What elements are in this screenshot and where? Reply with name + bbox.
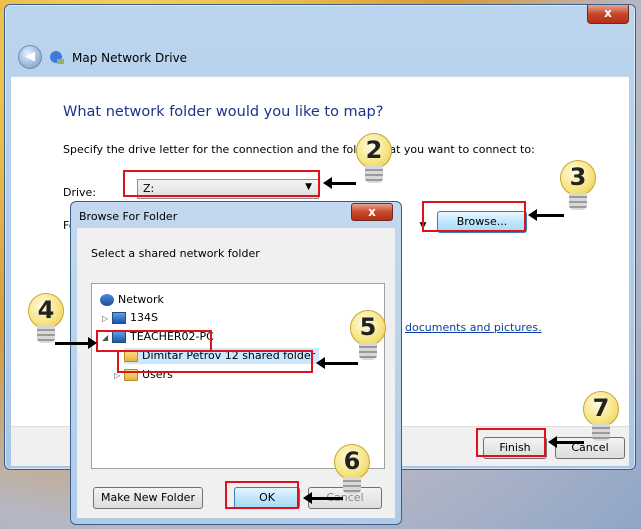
highlight-shared-folder	[117, 350, 313, 373]
callout-number: 3	[569, 163, 587, 191]
highlight-finish	[476, 428, 546, 457]
callout-number: 5	[359, 313, 377, 341]
close-button[interactable]: x	[587, 5, 629, 24]
dialog-close-button[interactable]: x	[351, 203, 393, 221]
tree-node-134s[interactable]: ▷ 134S	[102, 310, 158, 326]
arrow-5	[316, 357, 358, 369]
tree-node-label: 134S	[130, 311, 158, 324]
folder-tree[interactable]: Network ▷ 134S ◢ TEACHER02-PC Dimitar Petr…	[91, 283, 385, 469]
arrow-3	[528, 209, 564, 221]
back-arrow-icon: ◀	[25, 49, 35, 64]
dialog-instruction: Select a shared network folder	[91, 247, 260, 260]
make-new-folder-button[interactable]: Make New Folder	[93, 487, 203, 509]
callout-6-bulb-icon: 6	[334, 444, 370, 496]
computer-icon	[112, 312, 126, 324]
documents-link[interactable]: documents and pictures.	[405, 321, 542, 334]
highlight-drive	[123, 170, 320, 197]
back-button[interactable]: ◀	[18, 45, 42, 69]
callout-number: 6	[343, 447, 361, 475]
tree-node-network[interactable]: Network	[100, 292, 164, 308]
instruction-text: Specify the drive letter for the connect…	[63, 143, 535, 156]
callout-number: 7	[592, 394, 610, 422]
network-icon	[100, 294, 114, 306]
expand-icon[interactable]: ▷	[102, 311, 112, 327]
callout-2-bulb-icon: 2	[356, 133, 392, 185]
highlight-teacher-pc	[96, 330, 212, 352]
arrow-7	[548, 436, 584, 448]
network-drive-icon	[50, 51, 64, 64]
tree-node-label: Network	[118, 293, 164, 306]
callout-7-bulb-icon: 7	[583, 391, 619, 443]
highlight-ok	[225, 481, 299, 509]
arrow-2	[323, 177, 356, 189]
page-heading: What network folder would you like to ma…	[63, 104, 384, 120]
dialog-title: Browse For Folder	[79, 210, 178, 223]
callout-3-bulb-icon: 3	[560, 160, 596, 212]
window-title: Map Network Drive	[72, 51, 188, 65]
drive-label: Drive:	[63, 186, 97, 199]
callout-number: 4	[37, 296, 55, 324]
callout-5-bulb-icon: 5	[350, 310, 386, 362]
callout-4-bulb-icon: 4	[28, 293, 64, 345]
arrow-6	[303, 492, 343, 504]
highlight-browse	[422, 201, 526, 232]
callout-number: 2	[365, 136, 383, 164]
